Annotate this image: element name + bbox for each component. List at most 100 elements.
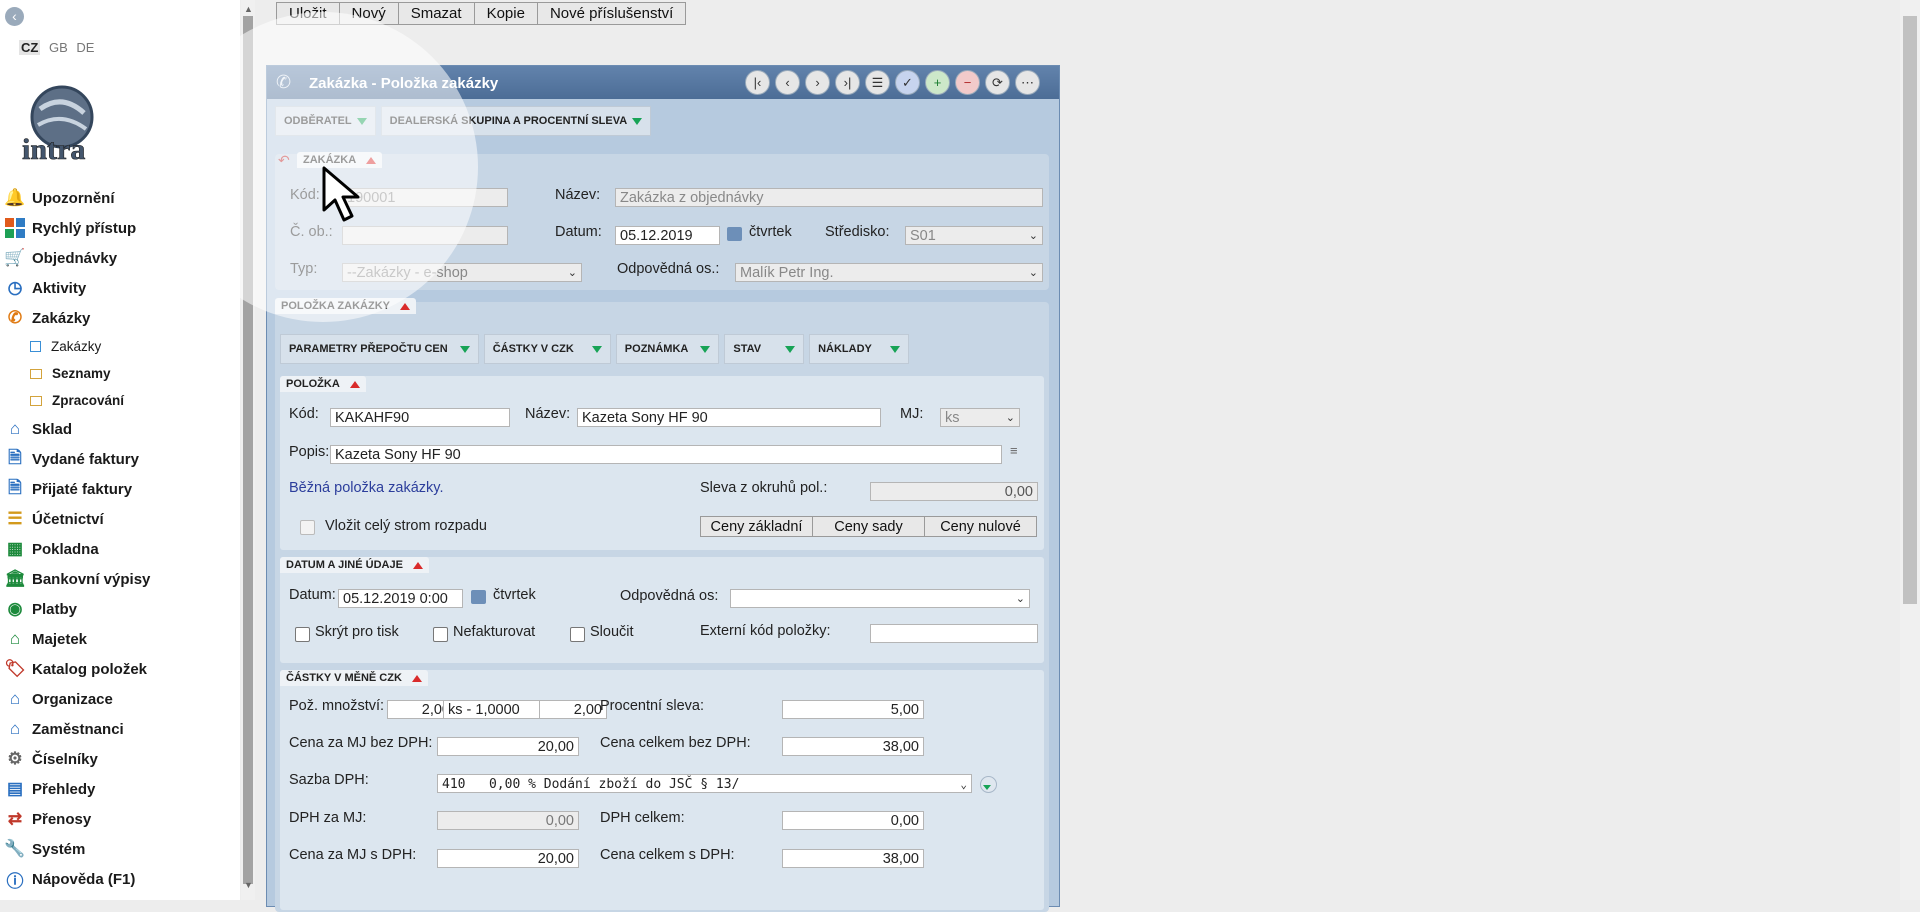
procentni-sleva-field[interactable]: 5,00 [782,700,924,719]
tab-stav[interactable]: STAV [724,334,805,364]
orders-icon: ✆ [7,308,23,327]
nav-item-zamestnanci[interactable]: ⌂ Zaměstnanci [0,714,235,744]
externi-kod-field[interactable] [870,624,1038,643]
mj-select[interactable]: ks ⌄ [940,408,1020,427]
datum-udaje-section-label[interactable]: DATUM A JINÉ ÚDAJE [280,557,429,573]
sazba-dph-select[interactable]: 410 0,00 % Dodání zboží do JSČ § 13/⌄ [437,774,972,793]
scroll-up-arrow-icon[interactable]: ▲ [244,4,253,14]
sidebar-scrollbar-thumb[interactable] [243,16,253,884]
polozka-section-label[interactable]: POLOŽKA [280,376,366,392]
previous-record-icon[interactable]: ‹ [775,70,800,95]
tab-castky-v-czk[interactable]: ČÁSTKY V CZK [483,334,611,364]
nav-item-pokladna[interactable]: ▦ Pokladna [0,534,235,564]
delete-button[interactable]: Smazat [397,2,475,25]
nav-item-majetek[interactable]: ⌂ Majetek [0,624,235,654]
odpovedna-os-select[interactable]: Malík Petr Ing. ⌄ [735,263,1043,282]
dph-za-mj-field[interactable]: 0,00 [437,811,579,830]
castky-section-label[interactable]: ČÁSTKY V MĚNĚ CZK [280,670,428,686]
nav-item-platby[interactable]: ◉ Platby [0,594,235,624]
zakazka-datum-field[interactable]: 05.12.2019 [615,226,720,245]
nav-item-zakazky[interactable]: ✆ Zakázky [0,303,235,333]
remove-icon[interactable]: − [955,70,980,95]
new-button[interactable]: Nový [338,2,399,25]
cena-celkem-bez-dph-field[interactable]: 38,00 [782,737,924,756]
polozka-zakazky-section-label[interactable]: POLOŽKA ZAKÁZKY [275,298,416,314]
cena-celkem-s-dph-label: Cena celkem s DPH: [600,847,735,863]
nav-item-upozorneni[interactable]: 🔔 Upozornění [0,183,235,213]
tab-odberatel[interactable]: ODBĚRATEL [275,106,376,136]
nav-item-prehledy[interactable]: ▤ Přehledy [0,774,235,804]
calendar-icon[interactable] [727,227,742,241]
sleva-label: Sleva z okruhů pol.: [700,480,828,496]
lang-de[interactable]: DE [76,40,94,55]
nav-item-ucetnictvi[interactable]: ☰ Účetnictví [0,504,235,534]
new-accessory-button[interactable]: Nové příslušenství [536,2,687,25]
nav-subitem-zakazky[interactable]: Zakázky [0,333,235,360]
list-icon[interactable]: ☰ [865,70,890,95]
polozka-odp-select[interactable]: ⌄ [730,589,1030,608]
save-button[interactable]: Uložit [276,2,340,25]
skryt-pro-tisk-checkbox[interactable] [295,627,310,642]
zakazka-nazev-field[interactable]: Zakázka z objednávky [615,188,1043,207]
lang-cz[interactable]: CZ [19,40,41,55]
polozka-nazev-field[interactable]: Kazeta Sony HF 90 [577,408,881,427]
mnozstvi-field-2[interactable]: 2,00 [539,700,607,719]
nav-item-katalog-polozek[interactable]: 🏷 Katalog položek [0,654,235,684]
stredisko-select[interactable]: S01 ⌄ [905,226,1043,245]
tab-dealerska-skupina[interactable]: DEALERSKÁ SKUPINA A PROCENTNÍ SLEVA [380,106,652,136]
intra-logo[interactable]: intra [18,85,102,166]
nav-item-sklad[interactable]: ⌂ Sklad [0,414,235,444]
ceny-nulove-button[interactable]: Ceny nulové [924,516,1037,537]
datum-label: Datum: [555,224,602,240]
gear-icon: ⚙ [7,749,23,768]
expand-circle-icon[interactable] [980,776,997,793]
cena-mj-s-dph-field[interactable]: 20,00 [437,849,579,868]
typ-select[interactable]: --Zakázky - e-shop ⌄ [342,263,582,282]
ceny-sady-button[interactable]: Ceny sady [812,516,925,537]
cena-celkem-s-dph-field[interactable]: 38,00 [782,849,924,868]
nav-item-prijate-faktury[interactable]: 🗎 Přijaté faktury [0,474,235,504]
nav-subitem-seznamy[interactable]: Seznamy [0,360,235,387]
nav-item-bankovni-vypisy[interactable]: 🏛 Bankovní výpisy [0,564,235,594]
popis-field[interactable]: Kazeta Sony HF 90 [330,445,1002,464]
calendar-icon[interactable] [471,590,486,604]
vlozit-strom-checkbox[interactable] [300,520,315,535]
copy-button[interactable]: Kopie [473,2,538,25]
menu-icon[interactable]: ≡ [1010,443,1018,458]
cena-mj-bez-dph-field[interactable]: 20,00 [437,737,579,756]
last-record-icon[interactable]: ›| [835,70,860,95]
tab-parametry-prepoctu[interactable]: PARAMETRY PŘEPOČTU CEN [280,334,479,364]
page-scrollbar-thumb[interactable] [1903,16,1917,604]
scroll-down-arrow-icon[interactable]: ▼ [244,880,253,890]
nav-item-vydane-faktury[interactable]: 🗎 Vydané faktury [0,444,235,474]
nav-subitem-zpracovani[interactable]: Zpracování [0,387,235,414]
nav-item-objednavky[interactable]: 🛒 Objednávky [0,243,235,273]
nav-item-organizace[interactable]: ⌂ Organizace [0,684,235,714]
nefakturovat-checkbox[interactable] [433,627,448,642]
nav-item-system[interactable]: 🔧 Systém [0,834,235,864]
next-record-icon[interactable]: › [805,70,830,95]
first-record-icon[interactable]: |‹ [745,70,770,95]
nav-item-aktivity[interactable]: ◷ Aktivity [0,273,235,303]
polozka-datum-field[interactable]: 05.12.2019 0:00 [338,589,463,608]
nav-item-prenosy[interactable]: ⇄ Přenosy [0,804,235,834]
polozka-kod-field[interactable]: KAKAHF90 [330,408,510,427]
sleva-field[interactable]: 0,00 [870,482,1038,501]
nav-item-napoveda[interactable]: ⓘ Nápověda (F1) [0,864,235,894]
check-icon[interactable]: ✓ [895,70,920,95]
more-icon[interactable]: ⋯ [1015,70,1040,95]
folder-icon [30,368,42,379]
refresh-icon[interactable]: ⟳ [985,70,1010,95]
tab-poznamka[interactable]: POZNÁMKA [615,334,720,364]
svg-text:intra: intra [22,133,85,163]
undo-icon[interactable]: ↶ [278,152,290,169]
lang-gb[interactable]: GB [49,40,68,55]
tab-naklady[interactable]: NÁKLADY [809,334,909,364]
dph-celkem-field[interactable]: 0,00 [782,811,924,830]
sloucit-checkbox[interactable] [570,627,585,642]
add-icon[interactable]: + [925,70,950,95]
back-arrow-icon[interactable]: ‹ [5,7,24,26]
nav-item-ciselniky[interactable]: ⚙ Číselníky [0,744,235,774]
nav-item-rychly-pristup[interactable]: Rychlý přístup [0,213,235,243]
ceny-zakladni-button[interactable]: Ceny základní [700,516,813,537]
